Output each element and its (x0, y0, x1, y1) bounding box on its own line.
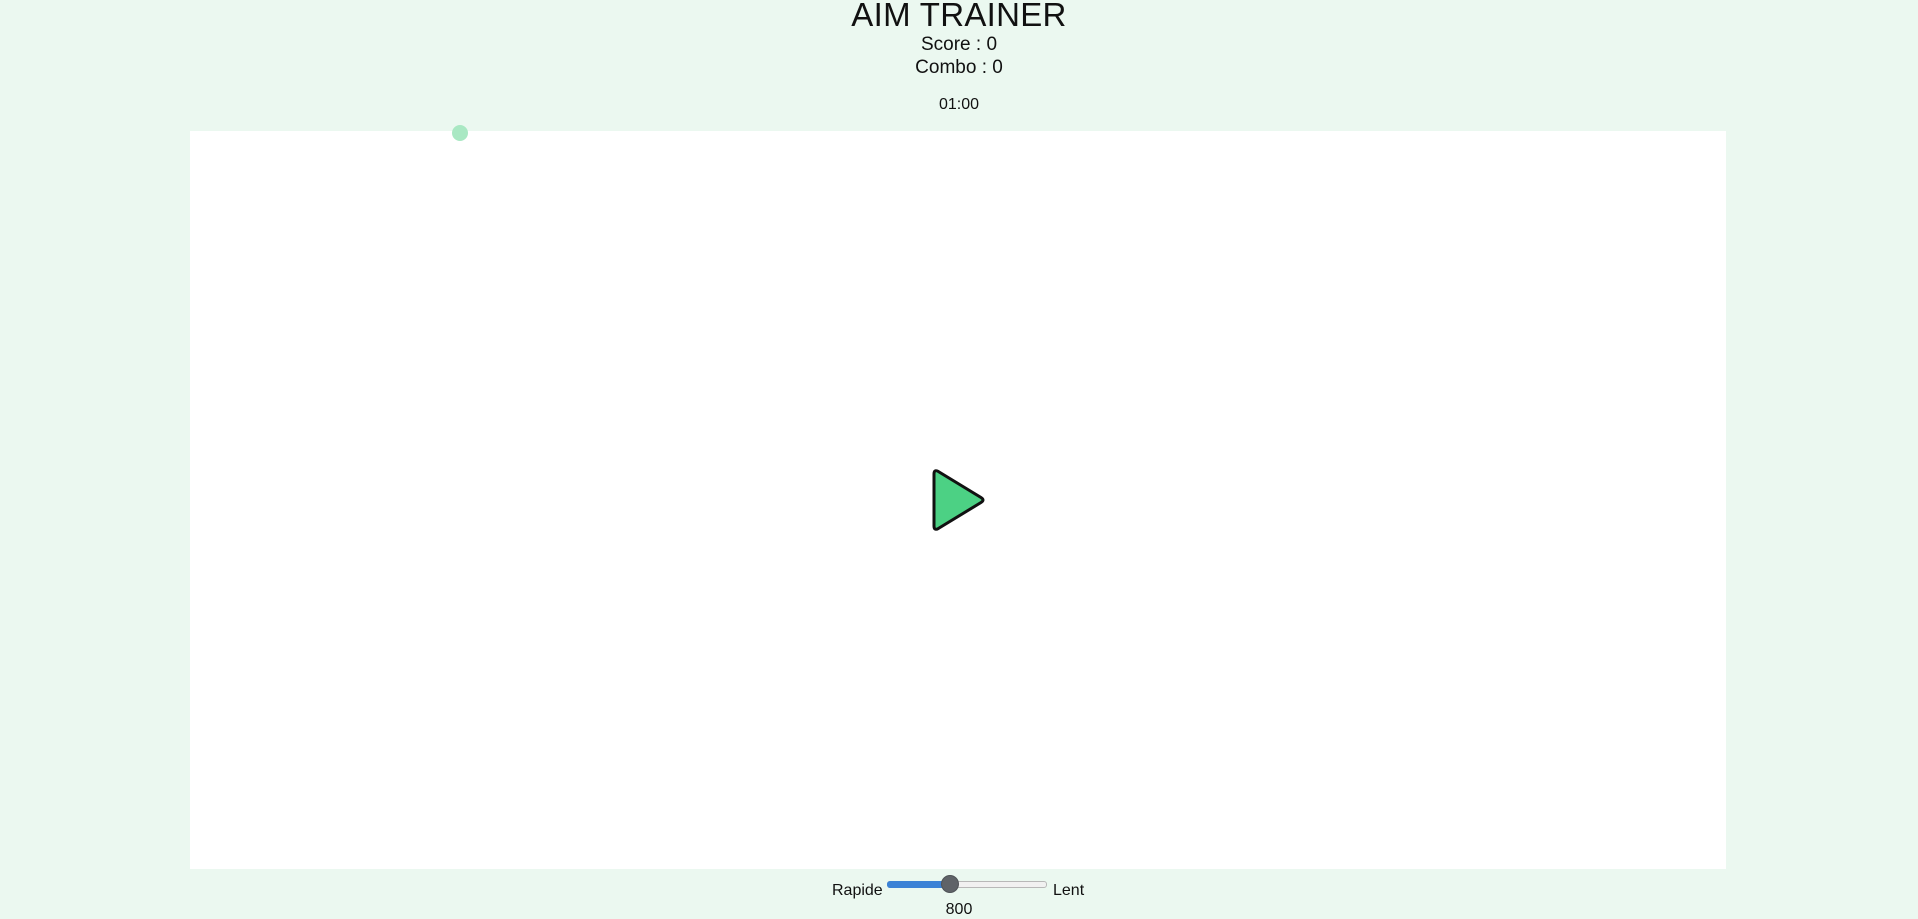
page-title: AIM TRAINER (851, 0, 1067, 33)
speed-slider[interactable] (887, 874, 1047, 894)
speed-value: 800 (945, 901, 973, 918)
speed-controls: Rapide Lent 800 (0, 874, 1918, 918)
combo-display: Combo : 0 (915, 57, 1003, 78)
play-button[interactable] (927, 466, 989, 536)
timer-display: 01:00 (938, 96, 980, 113)
score-display: Score : 0 (920, 34, 998, 55)
game-area[interactable] (190, 125, 1726, 869)
slider-thumb[interactable] (941, 875, 959, 893)
fast-label: Rapide (832, 882, 883, 899)
slow-label: Lent (1053, 882, 1085, 899)
play-icon (932, 469, 985, 531)
target-dot[interactable] (452, 125, 468, 141)
